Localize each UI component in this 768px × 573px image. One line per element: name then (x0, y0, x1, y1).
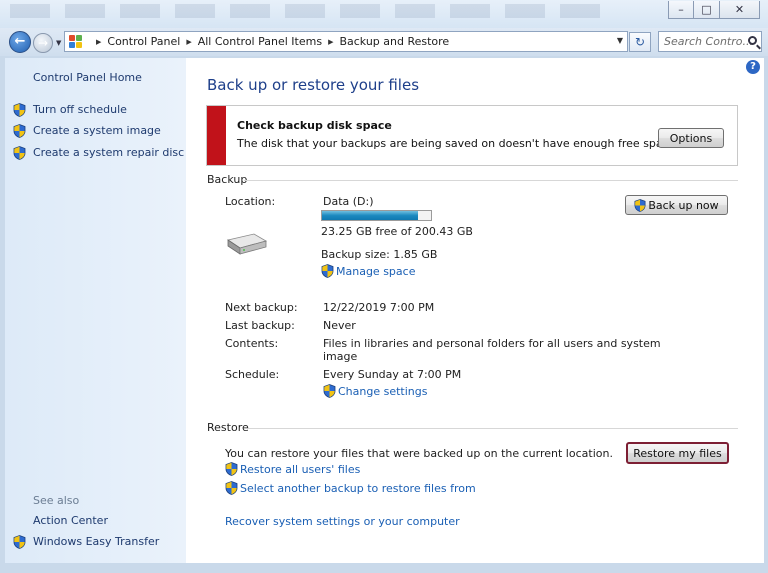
restore-description: You can restore your files that were bac… (225, 447, 613, 460)
uac-shield-icon (13, 146, 26, 160)
refresh-button[interactable]: ↻ (629, 32, 651, 52)
divider (244, 180, 738, 181)
sidebar-item-windows-easy-transfer[interactable]: Windows Easy Transfer (33, 535, 159, 548)
background-ghost (10, 4, 610, 18)
page-title: Back up or restore your files (207, 76, 420, 94)
uac-shield-icon (225, 462, 238, 476)
sidebar-item-action-center[interactable]: Action Center (33, 514, 108, 527)
restore-section-heading: Restore (207, 421, 249, 434)
select-another-backup-link[interactable]: Select another backup to restore files f… (240, 482, 476, 495)
restore-all-users-link[interactable]: Restore all users' files (240, 463, 360, 476)
next-backup-label: Next backup: (225, 301, 298, 314)
breadcrumb-item[interactable]: Control Panel (107, 35, 180, 48)
sidebar-item-control-panel-home[interactable]: Control Panel Home (33, 71, 142, 84)
last-backup-value: Never (323, 319, 356, 332)
uac-shield-icon (634, 199, 646, 212)
breadcrumb-separator-icon[interactable]: ▶ (328, 38, 333, 46)
backup-section-heading: Backup (207, 173, 248, 186)
contents-label: Contents: (225, 337, 279, 350)
free-space-text: 23.25 GB free of 200.43 GB (321, 225, 473, 238)
control-panel-icon (69, 34, 87, 49)
address-dropdown-icon[interactable]: ▼ (617, 36, 623, 45)
sidebar: Control Panel Home Turn off schedule Cre… (5, 58, 186, 563)
next-backup-value: 12/22/2019 7:00 PM (323, 301, 435, 314)
restore-my-files-button[interactable]: Restore my files (626, 442, 729, 464)
back-up-now-label: Back up now (648, 198, 719, 212)
options-button[interactable]: Options (658, 128, 724, 148)
title-bar: – □ ✕ (0, 0, 768, 28)
disk-usage-bar (321, 210, 432, 221)
breadcrumb-item[interactable]: All Control Panel Items (198, 35, 322, 48)
minimize-button[interactable]: – (668, 1, 694, 19)
search-placeholder: Search Contro... (664, 35, 753, 48)
uac-shield-icon (323, 384, 336, 398)
maximize-button[interactable]: □ (694, 1, 720, 19)
help-icon[interactable]: ? (746, 60, 760, 74)
manage-space-link[interactable]: Manage space (336, 265, 415, 278)
sidebar-item-turn-off-schedule[interactable]: Turn off schedule (33, 103, 127, 116)
uac-shield-icon (13, 124, 26, 138)
location-label: Location: (225, 195, 276, 208)
divider (248, 428, 738, 429)
uac-shield-icon (321, 264, 334, 278)
location-value: Data (D:) (323, 195, 374, 208)
disk-usage-fill (322, 211, 418, 220)
uac-shield-icon (225, 481, 238, 495)
disk-space-alert: Check backup disk space The disk that yo… (206, 105, 738, 166)
uac-shield-icon (13, 103, 26, 117)
back-arrow-icon[interactable]: ← (9, 31, 31, 53)
schedule-value: Every Sunday at 7:00 PM (323, 368, 462, 381)
main-content: ? Back up or restore your files Check ba… (186, 58, 764, 563)
sidebar-item-create-repair-disc[interactable]: Create a system repair disc (33, 146, 184, 159)
alert-accent-bar (207, 106, 226, 165)
hard-drive-icon (227, 233, 268, 255)
recent-pages-dropdown-icon[interactable]: ▼ (56, 39, 61, 47)
alert-title: Check backup disk space (237, 119, 392, 132)
change-settings-link[interactable]: Change settings (338, 385, 427, 398)
recover-system-link[interactable]: Recover system settings or your computer (225, 515, 460, 528)
address-bar[interactable]: ▶ Control Panel ▶ All Control Panel Item… (64, 31, 628, 52)
alert-message: The disk that your backups are being sav… (237, 137, 679, 150)
back-up-now-button[interactable]: Back up now (625, 195, 728, 215)
contents-value-line2: image (323, 350, 358, 363)
navigation-bar: ← → ▼ ▶ Control Panel ▶ All Control Pane… (0, 28, 768, 56)
backup-size-text: Backup size: 1.85 GB (321, 248, 438, 261)
last-backup-label: Last backup: (225, 319, 295, 332)
breadcrumb-separator-icon[interactable]: ▶ (96, 38, 101, 46)
contents-value-line1: Files in libraries and personal folders … (323, 337, 661, 350)
window-bottom-frame (0, 563, 768, 573)
sidebar-item-create-system-image[interactable]: Create a system image (33, 124, 161, 137)
close-button[interactable]: ✕ (720, 1, 760, 19)
window-controls: – □ ✕ (668, 1, 760, 19)
forward-arrow-icon[interactable]: → (33, 33, 53, 53)
search-input[interactable]: Search Contro... (658, 31, 762, 52)
search-icon[interactable] (748, 36, 757, 45)
see-also-heading: See also (33, 494, 80, 507)
schedule-label: Schedule: (225, 368, 280, 381)
uac-shield-icon (13, 535, 26, 549)
breadcrumb-item[interactable]: Backup and Restore (339, 35, 449, 48)
breadcrumb-separator-icon[interactable]: ▶ (186, 38, 191, 46)
